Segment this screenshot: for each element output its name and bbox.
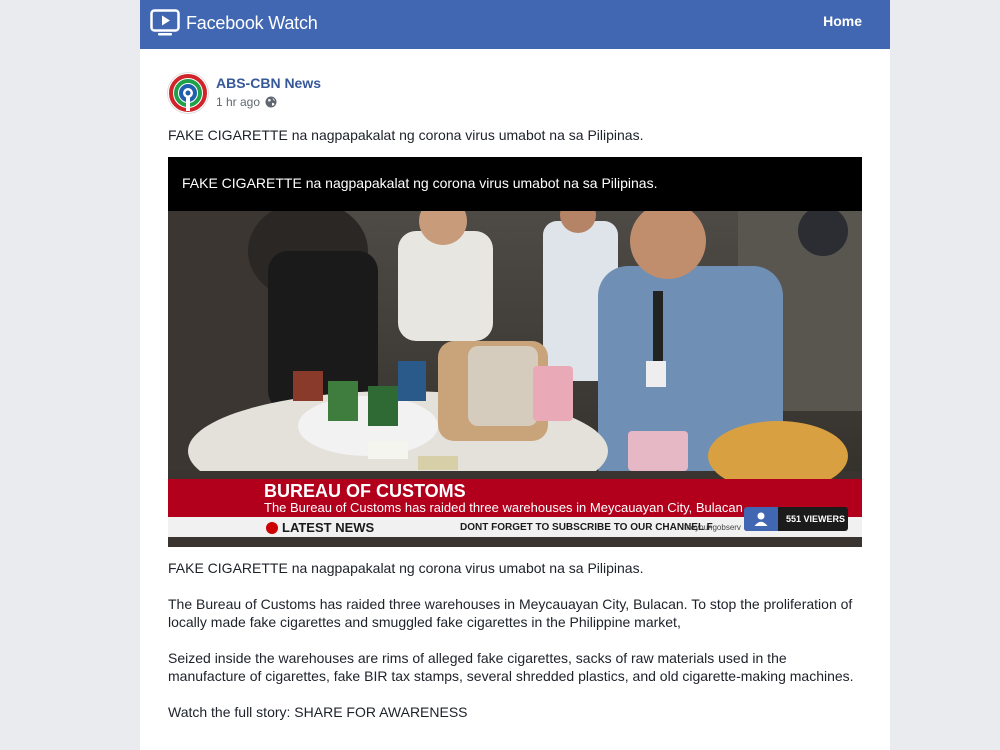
top-navigation-bar: Facebook Watch Home: [140, 0, 890, 49]
ticker-site: theyoungobserv: [684, 523, 741, 532]
abs-cbn-logo-icon: [169, 74, 207, 112]
post-description: FAKE CIGARETTE na nagpapakalat ng corona…: [168, 559, 862, 739]
ticker-label-text: LATEST NEWS: [282, 520, 375, 535]
post-meta: 1 hr ago: [216, 95, 277, 109]
facebook-watch-brand[interactable]: Facebook Watch: [150, 7, 318, 39]
author-name[interactable]: ABS-CBN News: [216, 75, 321, 91]
broadcast-logo-icon: [266, 521, 278, 534]
description-paragraph: Watch the full story: SHARE FOR AWARENES…: [168, 704, 468, 720]
description-paragraph: FAKE CIGARETTE na nagpapakalat ng corona…: [168, 560, 644, 576]
lower-third-subtitle: The Bureau of Customs has raided three w…: [264, 500, 743, 515]
ticker-label: LATEST NEWS: [266, 520, 374, 535]
app-title: Facebook Watch: [186, 12, 318, 33]
watch-page: Facebook Watch Home ABS-CBN News 1 hr ag…: [140, 0, 890, 750]
lower-third-title: BUREAU OF CUSTOMS: [264, 481, 466, 501]
post-caption: FAKE CIGARETTE na nagpapakalat ng corona…: [168, 127, 644, 143]
viewers-badge[interactable]: 551 VIEWERS: [744, 507, 848, 531]
description-paragraph: The Bureau of Customs has raided three w…: [168, 596, 853, 630]
globe-icon: [265, 96, 277, 108]
video-title: FAKE CIGARETTE na nagpapakalat ng corona…: [182, 175, 658, 191]
video-player[interactable]: FAKE CIGARETTE na nagpapakalat ng corona…: [168, 157, 862, 547]
description-paragraph: Seized inside the warehouses are rims of…: [168, 650, 854, 684]
person-icon: [744, 507, 778, 531]
video-play-icon: [150, 9, 180, 36]
avatar[interactable]: [168, 73, 208, 113]
ticker-message: DONT FORGET TO SUBSCRIBE TO OUR CHANNEL …: [460, 522, 713, 533]
post-timestamp[interactable]: 1 hr ago: [216, 95, 260, 109]
viewer-count: 551 VIEWERS: [786, 514, 846, 524]
home-link[interactable]: Home: [823, 13, 862, 29]
